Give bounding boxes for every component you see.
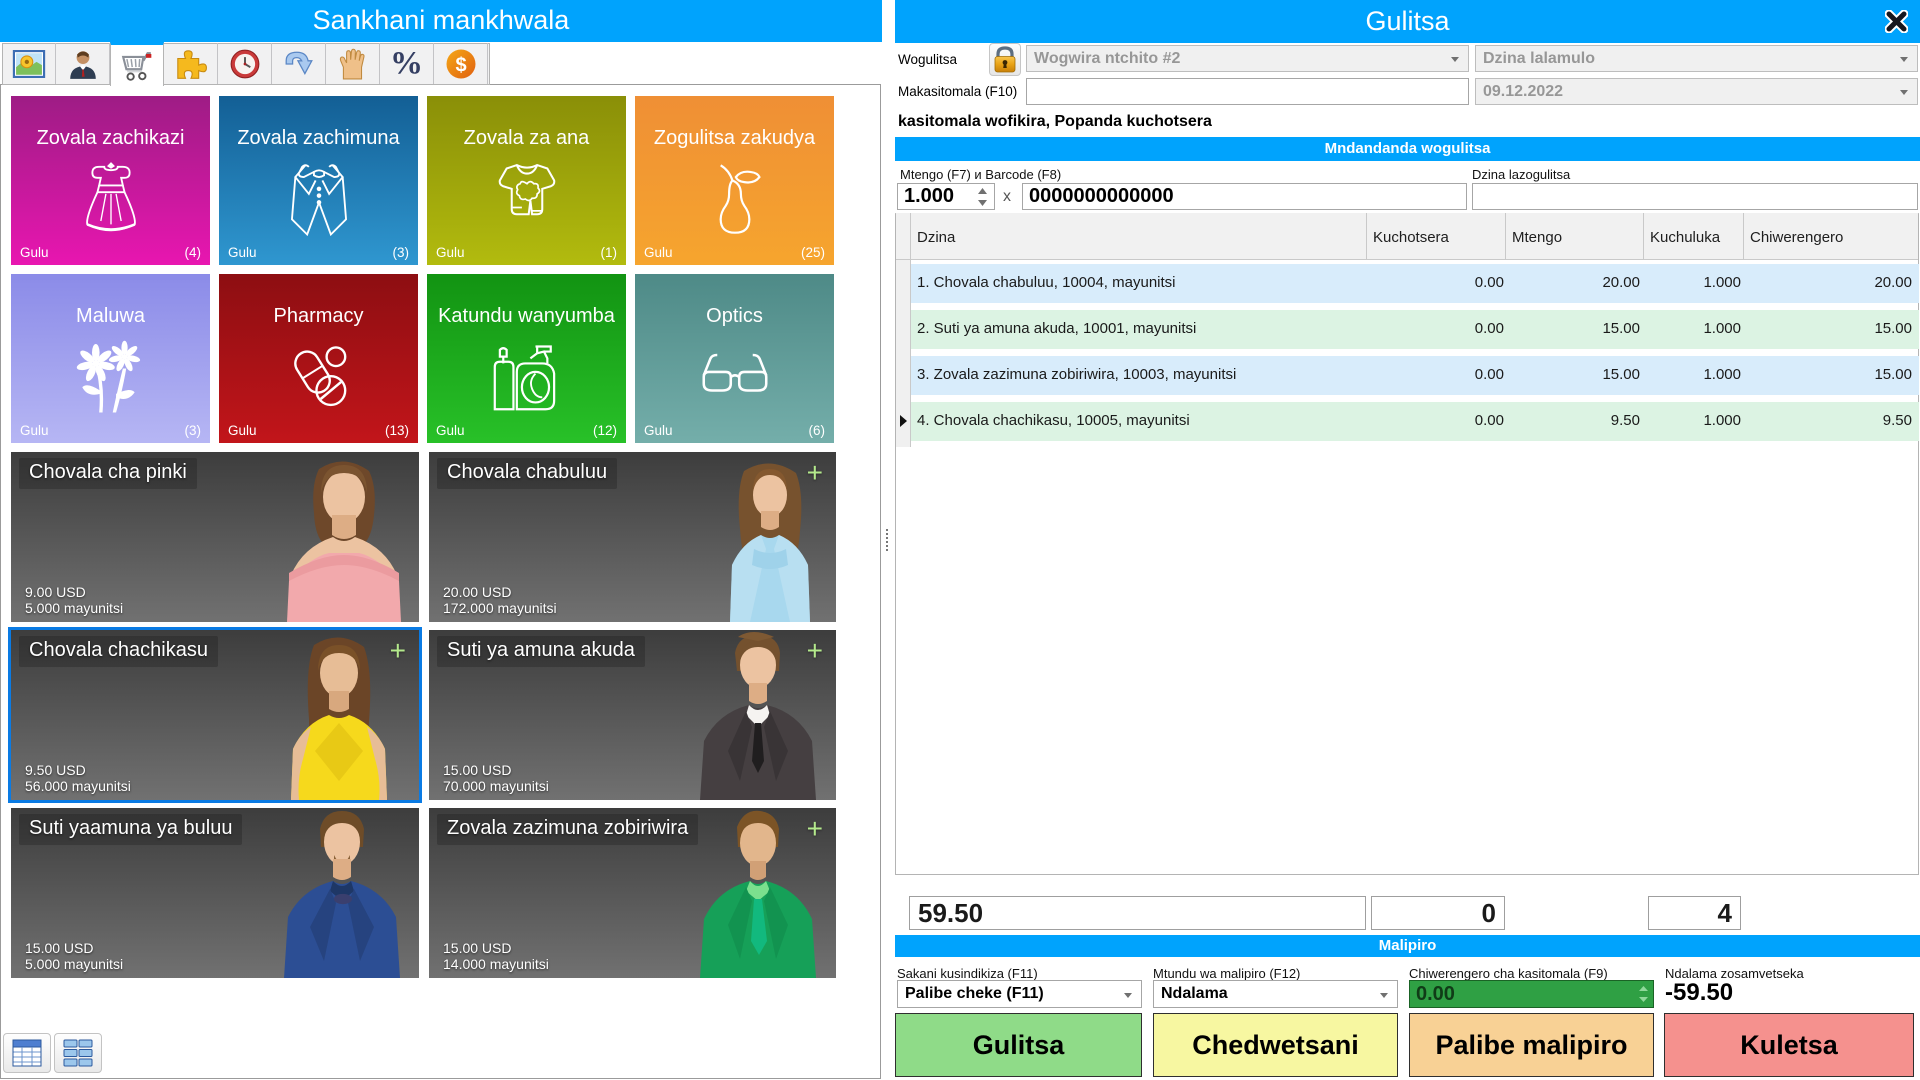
svg-text:$: $ [455, 54, 466, 76]
